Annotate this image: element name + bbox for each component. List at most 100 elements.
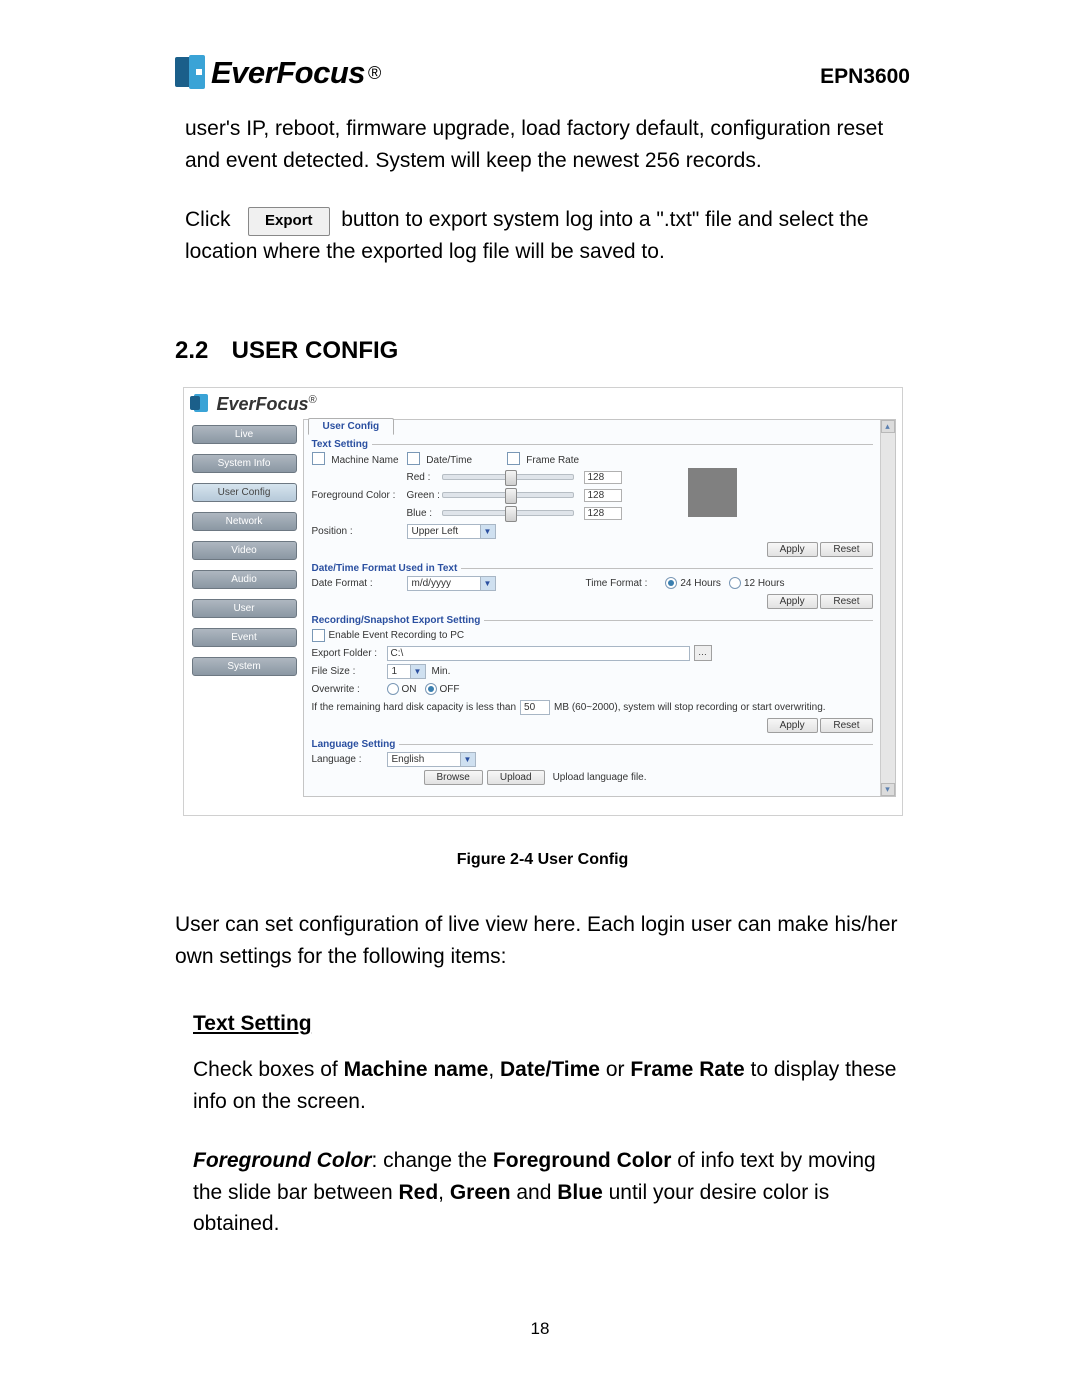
export-pre: Click <box>185 208 231 231</box>
intro-paragraph-1: user's IP, reboot, firmware upgrade, loa… <box>185 113 910 176</box>
group-text-setting: Text Setting Machine Name Date/Time <box>312 439 873 561</box>
nav-user-config[interactable]: User Config <box>192 483 297 502</box>
checkbox-machine-name[interactable] <box>312 452 325 465</box>
dropdown-file-size[interactable]: 1▼ <box>387 664 426 679</box>
opt-machine-name: Machine Name <box>312 452 407 466</box>
nav-user[interactable]: User <box>192 599 297 618</box>
legend-language: Language Setting <box>312 739 400 750</box>
chevron-down-icon: ▼ <box>480 577 495 590</box>
color-swatch <box>688 468 737 517</box>
legend-datetime: Date/Time Format Used in Text <box>312 563 462 574</box>
value-red[interactable]: 128 <box>584 471 622 484</box>
label-file-unit: Min. <box>432 666 451 677</box>
figure-screenshot: EverFocus® Live System Info User Config … <box>183 387 903 816</box>
slider-blue[interactable] <box>442 510 574 516</box>
chevron-down-icon: ▼ <box>460 753 475 766</box>
warn-post: MB (60~2000), system will stop recording… <box>554 702 826 713</box>
opt-date-time: Date/Time <box>407 452 507 466</box>
value-green[interactable]: 128 <box>584 489 622 502</box>
para-checkboxes: Check boxes of Machine name, Date/Time o… <box>193 1054 910 1117</box>
label-language: Language : <box>312 754 387 765</box>
page-number: 18 <box>0 1319 1080 1339</box>
tab-user-config[interactable]: User Config <box>308 418 395 435</box>
radio-overwrite-on[interactable] <box>387 683 399 695</box>
chevron-down-icon: ▼ <box>480 525 495 538</box>
upload-note: Upload language file. <box>553 772 647 783</box>
radio-overwrite-off[interactable] <box>425 683 437 695</box>
radio-12h[interactable] <box>729 577 741 589</box>
label-green: Green : <box>407 490 442 501</box>
fig-logo-text: EverFocus <box>217 394 309 414</box>
scrollbar[interactable]: ▴ ▾ <box>880 420 895 796</box>
dropdown-language[interactable]: English▼ <box>387 752 476 767</box>
label-foreground-color: Foreground Color : <box>312 490 407 501</box>
label-export-folder: Export Folder : <box>312 648 387 659</box>
figure-caption: Figure 2-4 User Config <box>175 851 910 869</box>
label-date-format: Date Format : <box>312 578 407 589</box>
dt-reset-button[interactable]: Reset <box>820 594 872 609</box>
upload-button[interactable]: Upload <box>487 770 545 785</box>
label-position: Position : <box>312 526 407 537</box>
label-overwrite: Overwrite : <box>312 684 387 695</box>
nav-live[interactable]: Live <box>192 425 297 444</box>
section-title: USER CONFIG <box>232 337 399 364</box>
warn-pre: If the remaining hard disk capacity is l… <box>312 702 517 713</box>
export-paragraph: Click Export button to export system log… <box>185 204 910 267</box>
browse-button[interactable]: Browse <box>424 770 483 785</box>
nav-sidebar: Live System Info User Config Network Vid… <box>184 419 303 797</box>
subheading-text-setting: Text Setting <box>193 1012 910 1036</box>
input-export-folder[interactable]: C:\ <box>387 646 690 661</box>
nav-system-info[interactable]: System Info <box>192 454 297 473</box>
group-language: Language Setting Language : English▼ Bro… <box>312 739 873 786</box>
fig-reg: ® <box>309 394 317 406</box>
label-enable-recording: Enable Event Recording to PC <box>329 630 465 641</box>
content-area: ▴ ▾ User Config Text Setting Machine Nam… <box>303 419 896 797</box>
chevron-down-icon: ▼ <box>410 665 425 678</box>
section-heading: 2.2 USER CONFIG <box>175 337 910 365</box>
group-datetime-format: Date/Time Format Used in Text Date Forma… <box>312 563 873 613</box>
nav-video[interactable]: Video <box>192 541 297 560</box>
para-foreground-color: Foreground Color: change the Foreground … <box>193 1145 910 1240</box>
dropdown-position[interactable]: Upper Left▼ <box>407 524 496 539</box>
label-on: ON <box>402 684 417 695</box>
model-number: EPN3600 <box>820 65 910 91</box>
nav-network[interactable]: Network <box>192 512 297 531</box>
export-button: Export <box>248 207 330 236</box>
fig-logo: EverFocus® <box>194 394 317 414</box>
fig-logo-icon <box>194 394 208 412</box>
input-disk-threshold[interactable]: 50 <box>520 700 550 715</box>
radio-24h[interactable] <box>665 577 677 589</box>
label-12h: 12 Hours <box>744 578 785 589</box>
slider-green[interactable] <box>442 492 574 498</box>
label-red: Red : <box>407 472 442 483</box>
rec-reset-button[interactable]: Reset <box>820 718 872 733</box>
scroll-up-icon[interactable]: ▴ <box>881 420 895 433</box>
checkbox-enable-recording[interactable] <box>312 629 325 642</box>
para-after-figure: User can set configuration of live view … <box>175 909 910 972</box>
scroll-down-icon[interactable]: ▾ <box>881 783 895 796</box>
checkbox-frame-rate[interactable] <box>507 452 520 465</box>
checkbox-date-time[interactable] <box>407 452 420 465</box>
nav-audio[interactable]: Audio <box>192 570 297 589</box>
browse-folder-button[interactable]: … <box>694 645 712 661</box>
group-recording: Recording/Snapshot Export Setting Enable… <box>312 615 873 737</box>
value-blue[interactable]: 128 <box>584 507 622 520</box>
text-reset-button[interactable]: Reset <box>820 542 872 557</box>
rec-apply-button[interactable]: Apply <box>767 718 818 733</box>
label-blue: Blue : <box>407 508 442 519</box>
logo-text: EverFocus <box>211 55 365 91</box>
slider-red[interactable] <box>442 474 574 480</box>
registered-symbol: ® <box>368 63 381 84</box>
nav-system[interactable]: System <box>192 657 297 676</box>
dt-apply-button[interactable]: Apply <box>767 594 818 609</box>
legend-recording: Recording/Snapshot Export Setting <box>312 615 485 626</box>
text-apply-button[interactable]: Apply <box>767 542 818 557</box>
section-number: 2.2 <box>175 337 225 365</box>
label-time-format: Time Format : <box>586 578 648 589</box>
nav-event[interactable]: Event <box>192 628 297 647</box>
everfocus-logo: EverFocus ® <box>175 55 381 91</box>
label-file-size: File Size : <box>312 666 387 677</box>
opt-frame-rate: Frame Rate <box>507 452 580 466</box>
label-24h: 24 Hours <box>680 578 721 589</box>
dropdown-date-format[interactable]: m/d/yyyy▼ <box>407 576 496 591</box>
